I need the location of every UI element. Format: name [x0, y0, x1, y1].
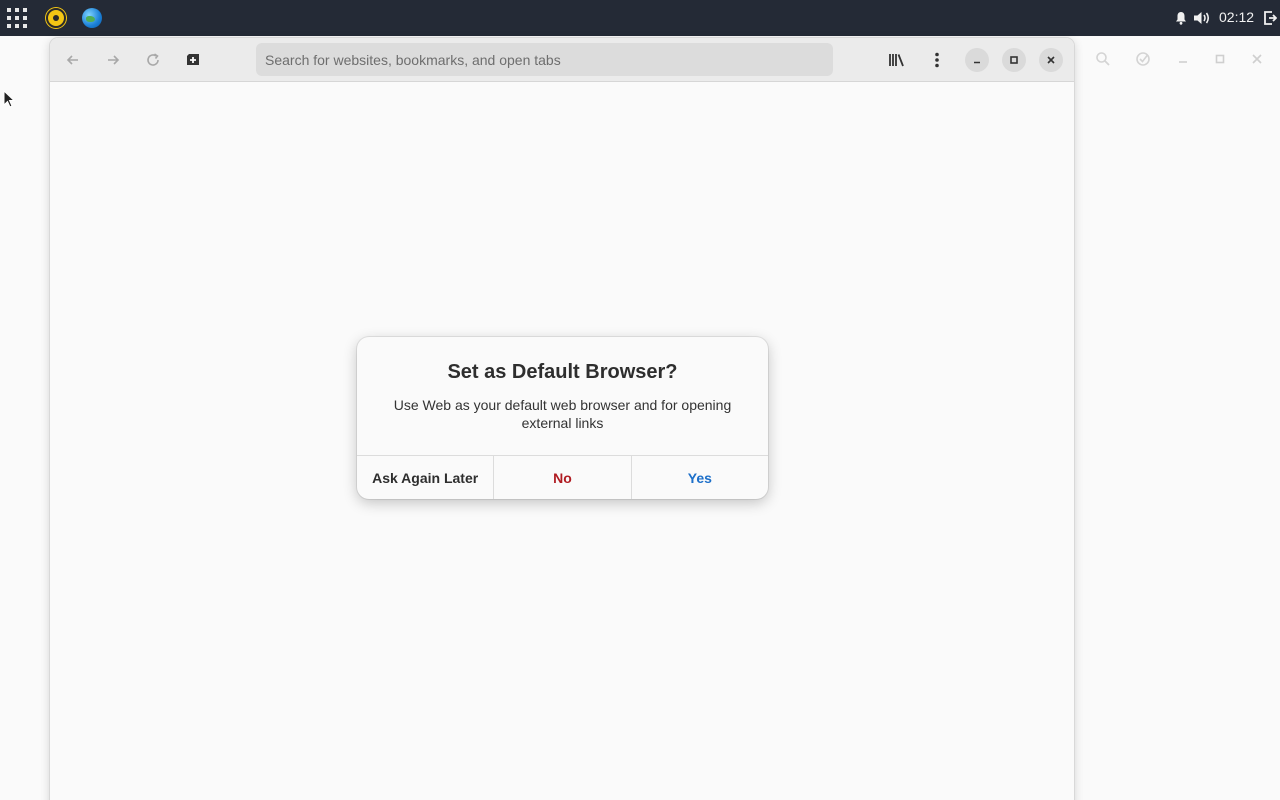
no-button[interactable]: No — [493, 456, 630, 499]
minimize-icon — [1179, 61, 1187, 63]
main-menu-button[interactable] — [924, 47, 950, 73]
arrow-right-icon — [108, 55, 120, 65]
globe-icon[interactable] — [82, 8, 102, 28]
check-circle-icon — [1136, 52, 1150, 66]
default-browser-dialog: Set as Default Browser? Use Web as your … — [357, 337, 768, 499]
dialog-body: Use Web as your default web browser and … — [393, 397, 732, 431]
arrow-left-icon — [66, 55, 78, 65]
library-icon — [889, 54, 904, 67]
search-input[interactable] — [256, 43, 833, 76]
minimize-icon — [974, 61, 980, 64]
yes-button[interactable]: Yes — [630, 456, 768, 499]
ask-again-later-button[interactable]: Ask Again Later — [357, 456, 493, 499]
close-button[interactable] — [1039, 48, 1063, 72]
kebab-menu-icon — [935, 52, 939, 68]
app-grid-icon[interactable] — [7, 8, 29, 28]
maximize-button[interactable] — [1002, 48, 1026, 72]
address-bar[interactable] — [256, 43, 833, 76]
minimize-button[interactable] — [965, 48, 989, 72]
mouse-pointer-icon — [3, 90, 15, 108]
reload-icon — [147, 53, 159, 66]
new-tab-button[interactable] — [180, 47, 206, 73]
dialog-title: Set as Default Browser? — [447, 361, 678, 383]
music-player-icon[interactable] — [46, 8, 66, 28]
bell-icon[interactable] — [1175, 11, 1187, 25]
volume-icon[interactable] — [1193, 10, 1211, 26]
close-icon — [1047, 56, 1055, 64]
close-icon — [1252, 54, 1262, 64]
bookmarks-button[interactable] — [884, 47, 910, 73]
search-icon — [1096, 52, 1110, 66]
maximize-icon — [1215, 54, 1225, 64]
new-tab-icon — [187, 54, 199, 65]
top-panel: 02:12 — [0, 0, 1280, 36]
dialog-actions: Ask Again Later No Yes — [357, 455, 768, 499]
maximize-icon — [1010, 56, 1018, 64]
forward-button[interactable] — [100, 47, 126, 73]
header-bar — [50, 38, 1074, 82]
logout-icon[interactable] — [1263, 10, 1277, 26]
clock[interactable]: 02:12 — [1219, 9, 1254, 25]
back-button[interactable] — [60, 47, 86, 73]
reload-button[interactable] — [140, 47, 166, 73]
